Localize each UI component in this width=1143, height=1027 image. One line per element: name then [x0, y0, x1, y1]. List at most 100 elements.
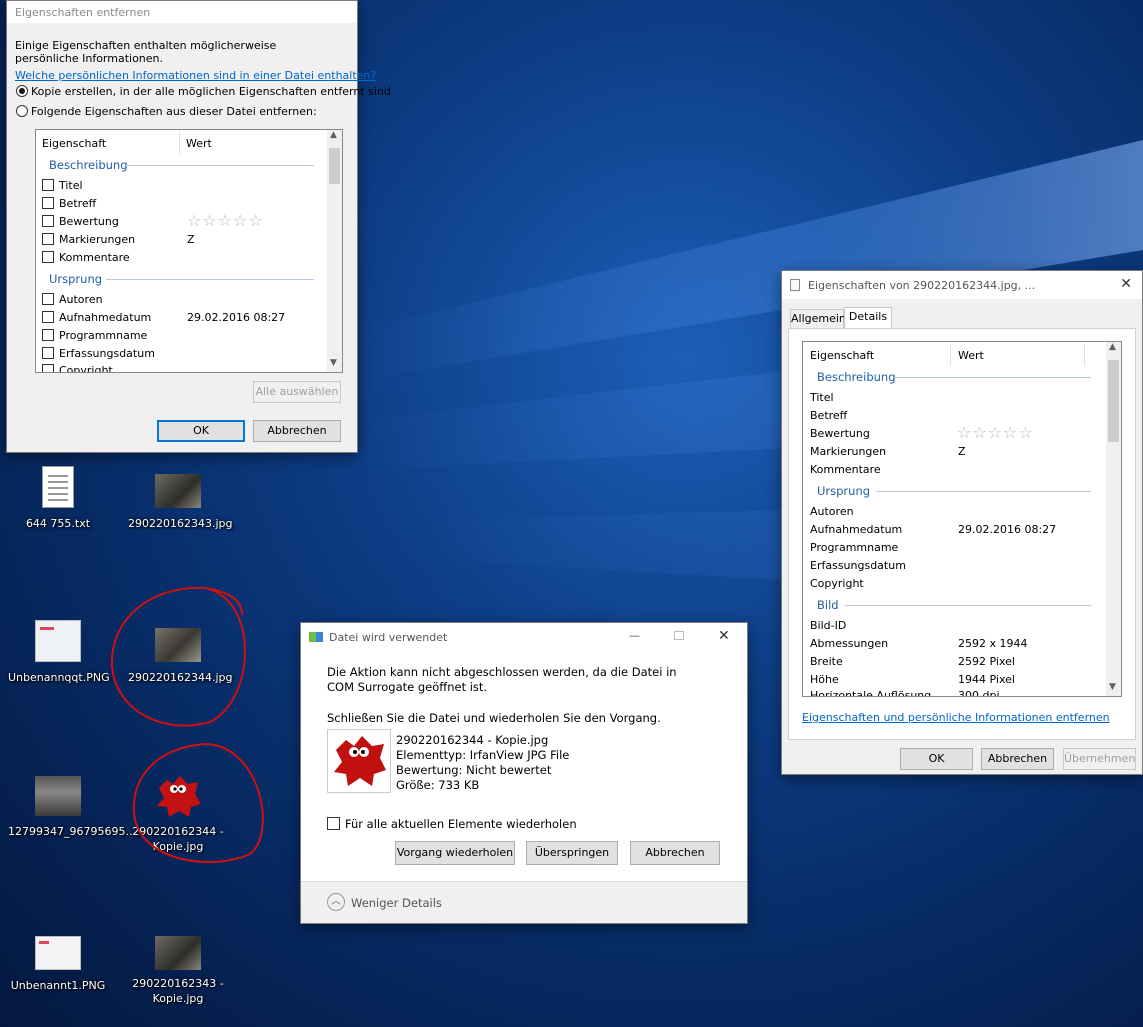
minimize-icon[interactable]: — — [629, 629, 640, 642]
remove-properties-dialog: Eigenschaften entfernen Einige Eigenscha… — [6, 0, 391, 453]
desktop-icon-jpg[interactable]: 290220162343.jpg — [128, 474, 233, 544]
scrollbar-thumb[interactable] — [329, 148, 340, 184]
personal-info-link[interactable]: Welche persönlichen Informationen sind i… — [15, 69, 376, 82]
inuse-instruction: Schließen Sie die Datei und wiederholen … — [327, 711, 661, 725]
rating-stars[interactable]: ☆☆☆☆☆ — [187, 211, 264, 230]
column-header-value[interactable]: Wert — [186, 137, 212, 150]
image-thumbnail — [155, 628, 201, 662]
checkbox-programmname[interactable] — [42, 329, 54, 341]
group-header-origin: Ursprung — [49, 272, 103, 286]
group-header-image: Bild — [817, 598, 839, 612]
desktop-icon-label: 290220162343 - Kopie.jpg — [132, 977, 224, 1005]
column-header-property[interactable]: Eigenschaft — [810, 349, 874, 362]
file-thumbnail — [327, 729, 391, 793]
details-property-list[interactable]: Eigenschaft Wert Beschreibung Titel Betr… — [802, 341, 1122, 697]
row-label: Copyright — [810, 577, 864, 590]
checkbox-markierungen[interactable] — [42, 233, 54, 245]
desktop-icon-png[interactable]: Unbenannqqt.PNG — [8, 620, 110, 690]
remove-option-label[interactable]: Folgende Eigenschaften aus dieser Datei … — [31, 105, 317, 118]
ok-button[interactable]: OK — [900, 748, 973, 770]
close-icon[interactable]: ✕ — [1120, 276, 1132, 292]
desktop-icon-jpg[interactable]: 290220162343 - Kopie.jpg — [128, 936, 228, 1016]
select-all-button[interactable]: Alle auswählen — [253, 381, 341, 403]
group-divider — [106, 279, 314, 280]
scroll-up-icon[interactable]: ▲ — [1109, 342, 1116, 352]
tab-general[interactable]: Allgemein — [790, 309, 846, 329]
checkbox-aufnahmedatum[interactable] — [42, 311, 54, 323]
scroll-down-icon[interactable]: ▼ — [1109, 682, 1116, 692]
row-value: 29.02.2016 08:27 — [958, 523, 1057, 536]
desktop-icon-png[interactable]: Unbenannt1.PNG — [8, 936, 108, 1006]
inuse-dialog-titlebar: Datei wird verwendet — ✕ — [301, 623, 747, 651]
less-details-toggle[interactable]: Weniger Details — [351, 896, 442, 910]
checkbox-betreff[interactable] — [42, 197, 54, 209]
cancel-button[interactable]: Abbrechen — [630, 841, 720, 865]
group-header-description: Beschreibung — [817, 370, 896, 384]
column-header-divider — [179, 132, 180, 154]
list-scrollbar[interactable]: ▲ ▼ — [327, 130, 342, 372]
scroll-down-icon[interactable]: ▼ — [330, 358, 337, 368]
chevron-up-icon[interactable]: ︿ — [327, 893, 345, 911]
desktop-icon-jpg[interactable]: 12799347_96795695... — [8, 776, 136, 846]
repeat-all-label[interactable]: Für alle aktuellen Elemente wiederholen — [345, 817, 577, 831]
remove-dialog-titlebar: Eigenschaften entfernen — [7, 1, 357, 23]
group-header-description: Beschreibung — [49, 158, 128, 172]
checkbox-titel[interactable] — [42, 179, 54, 191]
group-divider — [876, 491, 1091, 492]
row-label: Bewertung — [59, 215, 119, 228]
apply-button[interactable]: Übernehmen — [1063, 748, 1136, 770]
row-label: Copyright — [59, 364, 113, 373]
desktop-icon-label: 290220162343.jpg — [128, 517, 233, 530]
row-value: 29.02.2016 08:27 — [187, 311, 286, 324]
row-label: Erfassungsdatum — [59, 347, 155, 360]
row-label: Betreff — [59, 197, 97, 210]
inuse-dialog-title: Datei wird verwendet — [329, 630, 448, 644]
desktop-icon-label: 290220162344.jpg — [128, 671, 233, 684]
scrollbar-thumb[interactable] — [1108, 360, 1119, 442]
remove-option-radio[interactable] — [16, 105, 28, 117]
checkbox-copyright[interactable] — [42, 364, 54, 372]
rating-stars[interactable]: ☆☆☆☆☆ — [957, 423, 1034, 442]
row-label: Titel — [59, 179, 83, 192]
ok-button[interactable]: OK — [157, 420, 245, 442]
row-label: Breite — [810, 655, 843, 668]
desktop-icon-jpg[interactable]: 290220162344.jpg — [128, 628, 233, 698]
checkbox-bewertung[interactable] — [42, 215, 54, 227]
row-label: Horizontale Auflösung — [810, 689, 932, 697]
image-thumbnail — [35, 620, 81, 662]
cancel-button[interactable]: Abbrechen — [981, 748, 1054, 770]
remove-properties-link[interactable]: Eigenschaften und persönliche Informatio… — [802, 711, 1110, 724]
cancel-button[interactable]: Abbrechen — [253, 420, 341, 442]
desktop-icon-label: Unbenannqqt.PNG — [8, 671, 110, 684]
column-header-divider — [1084, 344, 1085, 366]
row-value: Z — [958, 445, 966, 458]
desktop-icon-irfanview-jpg[interactable]: 290220162344 - Kopie.jpg — [128, 772, 228, 862]
checkbox-autoren[interactable] — [42, 293, 54, 305]
skip-button[interactable]: Überspringen — [526, 841, 618, 865]
image-thumbnail — [155, 936, 201, 970]
copy-option-radio[interactable] — [16, 85, 28, 97]
file-rating: Bewertung: Nicht bewertet — [396, 763, 552, 777]
props-dialog-titlebar: Eigenschaften von 290220162344.jpg, ... … — [782, 271, 1142, 299]
row-label: Bild-ID — [810, 619, 847, 632]
column-header-value[interactable]: Wert — [958, 349, 984, 362]
desktop-icon-text-file[interactable]: 644 755.txt — [8, 466, 108, 536]
remove-properties-list[interactable]: Eigenschaft Wert Beschreibung Titel Betr… — [35, 129, 343, 373]
list-scrollbar[interactable]: ▲ ▼ — [1106, 342, 1121, 696]
retry-button[interactable]: Vorgang wiederholen — [395, 841, 515, 865]
row-label: Autoren — [810, 505, 854, 518]
file-move-icon — [309, 632, 323, 642]
checkbox-erfassungsdatum[interactable] — [42, 347, 54, 359]
file-name: 290220162344 - Kopie.jpg — [396, 733, 549, 747]
checkbox-kommentare[interactable] — [42, 251, 54, 263]
desktop-icon-label: 12799347_96795695... — [8, 825, 136, 838]
column-header-property[interactable]: Eigenschaft — [42, 137, 106, 150]
file-type: Elementtyp: IrfanView JPG File — [396, 748, 570, 762]
scroll-up-icon[interactable]: ▲ — [330, 130, 337, 140]
copy-option-label[interactable]: Kopie erstellen, in der alle möglichen E… — [31, 85, 391, 98]
tab-details[interactable]: Details — [844, 307, 892, 329]
repeat-all-checkbox[interactable] — [327, 817, 340, 830]
close-icon[interactable]: ✕ — [718, 628, 730, 644]
row-label: Autoren — [59, 293, 103, 306]
row-label: Programmname — [59, 329, 148, 342]
